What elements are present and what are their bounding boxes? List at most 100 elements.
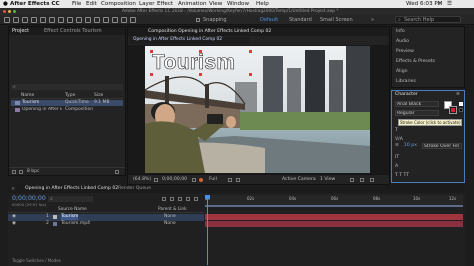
panel-preview[interactable]: Preview bbox=[396, 49, 414, 55]
playhead[interactable] bbox=[207, 195, 208, 265]
white-swatch[interactable] bbox=[459, 102, 463, 106]
home-tool-icon[interactable] bbox=[4, 17, 10, 23]
timeline-timecode[interactable]: 0;00;00;00 bbox=[12, 195, 46, 202]
fast-previews-icon[interactable] bbox=[350, 178, 354, 182]
menu-list-icon[interactable]: ☰ bbox=[447, 1, 452, 7]
brush-tool-icon[interactable] bbox=[94, 17, 100, 23]
menu-file[interactable]: File bbox=[72, 1, 81, 7]
visibility-eye-icon[interactable]: ◉ bbox=[12, 214, 16, 220]
region-of-interest-icon[interactable] bbox=[228, 178, 232, 182]
menu-edit[interactable]: Edit bbox=[86, 1, 97, 7]
panel-info[interactable]: Info bbox=[396, 29, 405, 35]
menu-help[interactable]: Help bbox=[256, 1, 269, 7]
trash-icon[interactable] bbox=[115, 170, 119, 174]
puppet-tool-icon[interactable] bbox=[130, 17, 136, 23]
app-name-menu[interactable]: After Effects CC bbox=[10, 1, 60, 7]
font-style-select[interactable]: Regular bbox=[395, 110, 439, 116]
pan-behind-tool-icon[interactable] bbox=[58, 17, 64, 23]
menu-layer[interactable]: Layer bbox=[139, 1, 155, 7]
new-folder-icon[interactable] bbox=[19, 170, 23, 174]
playhead-handle[interactable] bbox=[205, 195, 210, 199]
bit-depth[interactable]: 8 bpc bbox=[27, 169, 39, 175]
frame-blending-icon[interactable] bbox=[178, 197, 182, 201]
search-help-box[interactable]: ⌕ Search Help bbox=[395, 16, 461, 23]
workspace-small-screen[interactable]: Small Screen bbox=[320, 17, 353, 23]
timeline-toggle-switches[interactable]: Toggle Switches / Modes bbox=[12, 258, 61, 264]
render-queue-tab[interactable]: Render Queue bbox=[118, 186, 151, 192]
layer-row[interactable]: ◉ 1 Tourism None bbox=[8, 214, 204, 221]
snapping-checkbox[interactable] bbox=[196, 18, 200, 22]
tab-effect-controls[interactable]: Effect Controls Tourism bbox=[44, 28, 102, 34]
menu-effect[interactable]: Effect bbox=[157, 1, 173, 7]
zoom-tool-icon[interactable] bbox=[31, 17, 37, 23]
workspace-default[interactable]: Default bbox=[260, 17, 278, 23]
visibility-eye-icon[interactable]: ◉ bbox=[12, 221, 16, 227]
resolution-select[interactable]: Full bbox=[209, 177, 217, 183]
layer-parent[interactable]: None bbox=[164, 214, 176, 220]
menu-animation[interactable]: Animation bbox=[178, 1, 207, 7]
camera-tool-icon[interactable] bbox=[49, 17, 55, 23]
column-size[interactable]: Size bbox=[94, 93, 103, 99]
work-area-bar[interactable] bbox=[205, 205, 463, 207]
minimize-window-button[interactable] bbox=[8, 10, 11, 13]
layer-name[interactable]: Tourism bbox=[61, 214, 79, 220]
clone-tool-icon[interactable] bbox=[103, 17, 109, 23]
transparency-grid-icon[interactable] bbox=[236, 178, 240, 182]
column-type[interactable]: Type bbox=[65, 93, 75, 99]
column-name[interactable]: Name bbox=[21, 93, 34, 99]
shy-layers-icon[interactable] bbox=[170, 197, 174, 201]
composition-frame[interactable]: Tourism bbox=[145, 46, 370, 173]
timeline-search-field[interactable]: ⌕ bbox=[48, 196, 93, 202]
interpret-footage-icon[interactable] bbox=[12, 170, 16, 174]
panel-libraries[interactable]: Libraries bbox=[396, 79, 416, 85]
pen-tool-icon[interactable] bbox=[76, 17, 82, 23]
graph-editor-icon[interactable] bbox=[194, 197, 198, 201]
snapshot-icon[interactable] bbox=[192, 178, 196, 182]
text-handle-top-center[interactable] bbox=[199, 50, 202, 53]
text-handle-top-right[interactable] bbox=[249, 50, 252, 53]
stroke-mode-select[interactable]: Stroke Over Fill bbox=[422, 143, 462, 149]
stroke-color-swatch[interactable] bbox=[449, 106, 457, 114]
motion-blur-icon[interactable] bbox=[186, 197, 190, 201]
apple-menu[interactable]: ● bbox=[3, 1, 8, 7]
tourism-text-layer[interactable]: Tourism bbox=[152, 51, 236, 74]
views-select[interactable]: 1 View bbox=[320, 177, 335, 183]
rotate-tool-icon[interactable] bbox=[40, 17, 46, 23]
workspace-standard[interactable]: Standard bbox=[289, 17, 312, 23]
layer-name[interactable]: Tourism.mp4 bbox=[61, 221, 90, 227]
menu-view[interactable]: View bbox=[209, 1, 222, 7]
text-handle-bottom-left[interactable] bbox=[150, 73, 153, 76]
text-handle-bottom-center[interactable] bbox=[199, 73, 202, 76]
grid-icon[interactable] bbox=[154, 178, 158, 182]
timeline-close-icon[interactable]: × bbox=[11, 186, 15, 192]
timeline-icon[interactable] bbox=[360, 178, 364, 182]
project-search-field[interactable]: ⌕ bbox=[11, 84, 123, 90]
panel-align[interactable]: Align bbox=[396, 69, 408, 75]
project-item-row[interactable]: Tourism QuickTime 9.1 MB bbox=[11, 100, 123, 106]
time-ruler[interactable]: 0s 02s 04s 06s 08s 10s 12s bbox=[205, 195, 463, 205]
layer-row[interactable]: ◉ 2 Tourism.mp4 None bbox=[8, 221, 204, 228]
menu-composition[interactable]: Composition bbox=[101, 1, 136, 7]
stroke-width-value[interactable]: 10 px bbox=[404, 143, 417, 149]
character-menu-icon[interactable]: ≡ bbox=[456, 92, 460, 98]
viewer-timecode[interactable]: 0;00;00;00 bbox=[162, 177, 187, 183]
faux-bold-icon[interactable]: T T TT bbox=[395, 173, 409, 179]
flowchart-icon[interactable] bbox=[370, 178, 374, 182]
project-item-row[interactable]: Opening in After Effects Composition bbox=[11, 107, 123, 113]
close-window-button[interactable] bbox=[3, 10, 6, 13]
roto-tool-icon[interactable] bbox=[121, 17, 127, 23]
composition-tab[interactable]: Composition Opening in After Effects Lin… bbox=[148, 29, 271, 35]
selection-tool-icon[interactable] bbox=[13, 17, 19, 23]
column-parent-link[interactable]: Parent & Link bbox=[158, 207, 187, 213]
timeline-comp-tab[interactable]: Opening in After Effects Linked Comp 02 bbox=[25, 186, 118, 192]
zoom-level[interactable]: (64.8%) bbox=[133, 177, 151, 183]
font-family-select[interactable]: Arial Black bbox=[395, 101, 439, 107]
footage-layer-duration-bar[interactable] bbox=[205, 221, 463, 227]
black-swatch[interactable] bbox=[459, 108, 463, 112]
composition-subtab[interactable]: Opening in After Effects Linked Comp 02 bbox=[130, 37, 250, 44]
workspace-menu-icon[interactable]: » bbox=[371, 17, 374, 23]
panel-audio[interactable]: Audio bbox=[396, 39, 409, 45]
camera-select[interactable]: Active Camera bbox=[282, 177, 316, 183]
layer-parent[interactable]: None bbox=[164, 221, 176, 227]
panel-effects-presets[interactable]: Effects & Presets bbox=[396, 59, 435, 65]
